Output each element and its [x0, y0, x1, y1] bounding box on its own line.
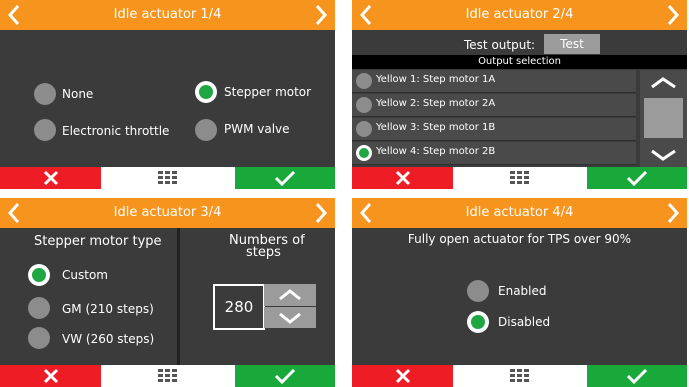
menu-button[interactable]: [453, 167, 586, 189]
title-bar: Idle actuator 3/4: [0, 198, 335, 228]
title-bar: Idle actuator 2/4: [352, 0, 687, 30]
chevron-right-icon[interactable]: [313, 4, 329, 26]
option-label-gm: GM (210 steps): [62, 302, 154, 316]
chevron-left-icon[interactable]: [6, 202, 22, 224]
bottom-bar: [352, 167, 687, 189]
chevron-down-icon: [279, 312, 301, 324]
option-label-enabled: Enabled: [498, 284, 547, 298]
chevron-left-icon[interactable]: [358, 4, 374, 26]
chevron-up-icon: [279, 289, 301, 301]
output-label: Yellow 2: Step motor 2A: [376, 98, 496, 109]
option-label-none: None: [62, 87, 94, 101]
panel-idle-actuator-2: Idle actuator 2/4 Test output: Test Outp…: [352, 0, 687, 189]
scrollbar[interactable]: [640, 70, 687, 167]
steps-decrement-button[interactable]: [264, 307, 316, 328]
chevron-right-icon[interactable]: [665, 4, 681, 26]
option-label-vw: VW (260 steps): [62, 332, 155, 346]
radio-output-4[interactable]: [356, 145, 372, 161]
grid-icon: [509, 369, 529, 382]
panel-idle-actuator-3: Idle actuator 3/4 Stepper motor type Cus…: [0, 198, 335, 387]
title-bar: Idle actuator 4/4: [352, 198, 687, 228]
confirm-button[interactable]: [587, 167, 687, 189]
bottom-bar: [0, 365, 335, 387]
radio-electronic-throttle[interactable]: [34, 119, 56, 141]
page-title: Idle actuator 3/4: [113, 205, 222, 220]
page-title: Idle actuator 4/4: [465, 205, 574, 220]
radio-stepper-motor[interactable]: [195, 81, 217, 103]
output-label: Yellow 1: Step motor 1A: [376, 74, 496, 85]
close-icon: [395, 170, 410, 186]
radio-none[interactable]: [34, 83, 56, 105]
checkmark-icon: [626, 368, 648, 384]
chevron-left-icon[interactable]: [6, 4, 22, 26]
cancel-button[interactable]: [352, 365, 453, 387]
menu-button[interactable]: [101, 167, 234, 189]
radio-enabled[interactable]: [467, 280, 489, 302]
steps-value-field[interactable]: 280: [213, 284, 265, 330]
chevron-right-icon[interactable]: [665, 202, 681, 224]
list-item[interactable]: Yellow 4: Step motor 2B: [352, 142, 636, 165]
list-item[interactable]: Yellow 2: Step motor 2A: [352, 94, 636, 117]
option-label-disabled: Disabled: [498, 315, 551, 329]
output-label: Yellow 3: Step motor 1B: [376, 122, 496, 133]
chevron-up-icon[interactable]: [640, 70, 687, 94]
page-title: Idle actuator 2/4: [465, 7, 574, 22]
cancel-button[interactable]: [0, 167, 101, 189]
steps-increment-button[interactable]: [264, 284, 316, 306]
close-icon: [43, 368, 58, 384]
close-icon: [43, 170, 58, 186]
radio-pwm-valve[interactable]: [195, 119, 217, 141]
steps-heading-line2: steps: [246, 245, 281, 260]
section-header: Output selection: [352, 55, 687, 69]
radio-custom[interactable]: [28, 264, 50, 286]
confirm-button[interactable]: [235, 365, 335, 387]
test-button[interactable]: Test: [544, 34, 600, 54]
panel-idle-actuator-1: Idle actuator 1/4 None Stepper motor Ele…: [0, 0, 335, 189]
chevron-right-icon[interactable]: [313, 202, 329, 224]
confirm-button[interactable]: [587, 365, 687, 387]
close-icon: [395, 368, 410, 384]
option-label-custom: Custom: [62, 268, 108, 282]
confirm-button[interactable]: [235, 167, 335, 189]
test-output-label: Test output:: [464, 38, 536, 52]
title-bar: Idle actuator 1/4: [0, 0, 335, 30]
checkmark-icon: [274, 170, 296, 186]
option-label-pwm-valve: PWM valve: [224, 122, 290, 136]
list-item[interactable]: Yellow 1: Step motor 1A: [352, 70, 636, 93]
list-item[interactable]: Yellow 3: Step motor 1B: [352, 118, 636, 141]
chevron-left-icon[interactable]: [358, 202, 374, 224]
radio-output-2[interactable]: [356, 97, 372, 113]
scrollbar-thumb[interactable]: [644, 98, 683, 138]
output-label: Yellow 4: Step motor 2B: [376, 146, 496, 157]
chevron-down-icon[interactable]: [640, 143, 687, 167]
stepper-type-heading: Stepper motor type: [34, 234, 162, 249]
radio-output-1[interactable]: [356, 73, 372, 89]
checkmark-icon: [626, 170, 648, 186]
checkmark-icon: [274, 368, 296, 384]
bottom-bar: [352, 365, 687, 387]
menu-button[interactable]: [453, 365, 586, 387]
grid-icon: [157, 171, 177, 184]
bottom-bar: [0, 167, 335, 189]
grid-icon: [157, 369, 177, 382]
radio-vw[interactable]: [28, 327, 50, 349]
grid-icon: [509, 171, 529, 184]
radio-gm[interactable]: [28, 297, 50, 319]
cancel-button[interactable]: [0, 365, 101, 387]
page-title: Idle actuator 1/4: [113, 7, 222, 22]
option-label-stepper-motor: Stepper motor: [224, 85, 312, 99]
menu-button[interactable]: [101, 365, 234, 387]
cancel-button[interactable]: [352, 167, 453, 189]
option-label-electronic-throttle: Electronic throttle: [62, 124, 170, 138]
radio-output-3[interactable]: [356, 121, 372, 137]
column-divider: [177, 228, 180, 365]
question-text: Fully open actuator for TPS over 90%: [407, 232, 632, 246]
radio-disabled[interactable]: [467, 311, 489, 333]
panel-idle-actuator-4: Idle actuator 4/4 Fully open actuator fo…: [352, 198, 687, 387]
